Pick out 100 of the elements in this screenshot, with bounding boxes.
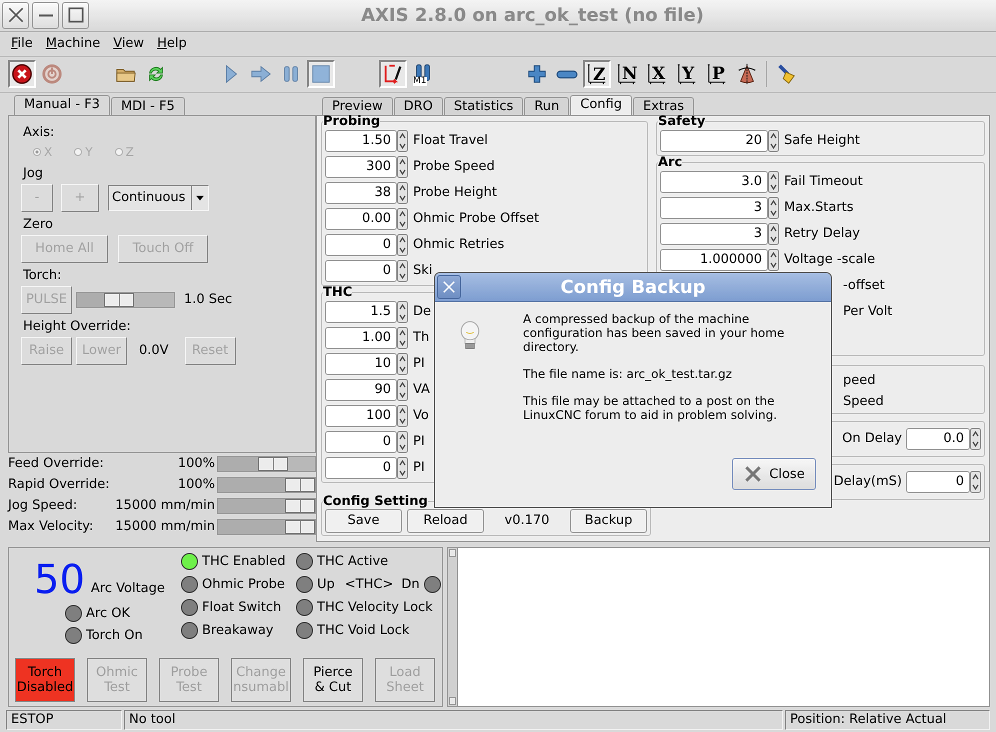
number-field[interactable]: 0: [325, 456, 397, 479]
tab[interactable]: DRO: [394, 96, 443, 115]
section-label: Jog: [23, 166, 44, 181]
override-slider[interactable]: [217, 456, 316, 472]
cone-icon: [736, 63, 758, 86]
field-label: Delay(mS): [834, 474, 902, 490]
bracket-icon: [586, 63, 608, 86]
arc-voltage-label: Arc Voltage: [90, 581, 165, 596]
menu-item[interactable]: Machine: [46, 36, 100, 52]
number-field[interactable]: 0: [906, 470, 970, 493]
tab[interactable]: Config: [570, 94, 632, 115]
number-field[interactable]: 38: [325, 182, 397, 204]
save-button[interactable]: Save: [325, 508, 402, 533]
view-button[interactable]: Y: [673, 60, 701, 88]
plasma-button[interactable]: Torch Disabled: [15, 658, 75, 702]
number-field[interactable]: 0: [325, 430, 397, 453]
led-label: Ohmic Probe: [202, 577, 285, 592]
number-field[interactable]: 0: [325, 234, 397, 256]
status-text: ESTOP: [6, 710, 122, 730]
tab[interactable]: Manual - F3: [14, 94, 110, 115]
number-field[interactable]: 90: [325, 378, 397, 401]
close-button[interactable]: Close: [732, 458, 816, 490]
spin-arrows-icon: [768, 196, 779, 219]
number-field[interactable]: 0.0: [906, 428, 970, 450]
field-label: Ski: [413, 263, 432, 278]
status-text: No tool: [124, 710, 783, 730]
led-label: Breakaway: [202, 623, 274, 638]
backup-button[interactable]: Backup: [570, 508, 647, 533]
maximize-icon: [66, 5, 86, 26]
spin-arrows-icon: [397, 352, 408, 375]
optional-stop-button[interactable]: M1: [409, 60, 437, 88]
field-label: Per Volt: [843, 304, 892, 320]
slash-icon: [382, 63, 404, 86]
minimize-icon: [38, 14, 52, 17]
pulse-time: 1.0 Sec: [184, 292, 232, 308]
tab[interactable]: MDI - F5: [110, 96, 185, 115]
close-button[interactable]: [437, 275, 461, 299]
bracket-icon: [616, 63, 638, 86]
spin-arrows-icon: [397, 182, 408, 204]
led-label: Up: [317, 577, 335, 592]
override-label: Rapid Override:: [8, 477, 110, 492]
section-label: Axis:: [23, 124, 56, 140]
slider-thumb[interactable]: [258, 456, 288, 471]
number-field[interactable]: 1.50: [325, 130, 397, 152]
slider-thumb[interactable]: [104, 292, 134, 307]
number-field[interactable]: 3.0: [660, 170, 768, 193]
close-button[interactable]: [2, 2, 29, 29]
estop-button[interactable]: [8, 60, 36, 88]
tab[interactable]: Preview: [322, 96, 393, 115]
section-label: Zero: [23, 216, 54, 232]
led-label: <THC>: [344, 577, 394, 592]
number-field[interactable]: 100: [325, 404, 397, 427]
spin-arrows-icon: [768, 130, 779, 152]
number-field[interactable]: 3: [660, 222, 768, 245]
scrollbar[interactable]: [448, 548, 458, 706]
number-field[interactable]: 1.000000: [660, 248, 768, 271]
tab[interactable]: Statistics: [444, 96, 524, 115]
number-field[interactable]: 20: [660, 130, 768, 152]
number-field[interactable]: 10: [325, 352, 397, 375]
field-label: De: [413, 304, 432, 320]
plasma-button[interactable]: Pierce & Cut: [303, 658, 363, 702]
x-circle-icon: [11, 63, 33, 86]
led-label: Arc OK: [86, 606, 130, 621]
frame-title: Probing: [323, 116, 380, 128]
block-delete-button[interactable]: [379, 60, 407, 88]
minimize-button[interactable]: [32, 2, 59, 29]
view-button[interactable]: X: [643, 60, 671, 88]
field-label: VA: [413, 382, 430, 398]
number-field[interactable]: 1.00: [325, 326, 397, 349]
slider-thumb[interactable]: [285, 498, 315, 513]
close-icon: [743, 464, 764, 484]
field-label: On Delay: [842, 431, 902, 446]
view-button[interactable]: P: [703, 60, 731, 88]
tab[interactable]: Run: [524, 96, 570, 115]
slider-thumb[interactable]: [285, 520, 315, 534]
led-label: Dn: [401, 577, 420, 592]
number-field[interactable]: 0: [325, 260, 397, 282]
view-button[interactable]: N: [613, 60, 641, 88]
menu-item[interactable]: File: [11, 36, 33, 52]
spin-arrows-icon: [397, 404, 408, 427]
spin-arrows-icon: [397, 456, 408, 479]
menu-item[interactable]: Help: [157, 36, 187, 52]
menu-item[interactable]: View: [113, 36, 144, 52]
maximize-button[interactable]: [62, 2, 89, 29]
number-field[interactable]: 1.5: [325, 300, 397, 323]
view-button[interactable]: Z: [583, 60, 611, 88]
override-label: Jog Speed:: [8, 498, 78, 514]
reload-button[interactable]: Reload: [407, 508, 484, 533]
number-field[interactable]: 0.00: [325, 208, 397, 230]
spin-arrows-icon: [970, 428, 981, 450]
jog-mode-dropdown[interactable]: Continuous: [108, 184, 209, 211]
field-label: Voltage -scale: [784, 252, 876, 268]
number-field[interactable]: 300: [325, 156, 397, 178]
number-field[interactable]: 3: [660, 196, 768, 219]
pulse-slider[interactable]: [76, 292, 175, 308]
field-label: peed: [843, 372, 876, 388]
slider-thumb[interactable]: [285, 478, 315, 492]
dialog-message: A compressed backup of the machine configuration has been saved in your home directory.: [523, 312, 786, 354]
tab[interactable]: Extras: [632, 96, 694, 115]
window-title: AXIS 2.8.0 on arc_ok_test (no file): [360, 4, 705, 26]
